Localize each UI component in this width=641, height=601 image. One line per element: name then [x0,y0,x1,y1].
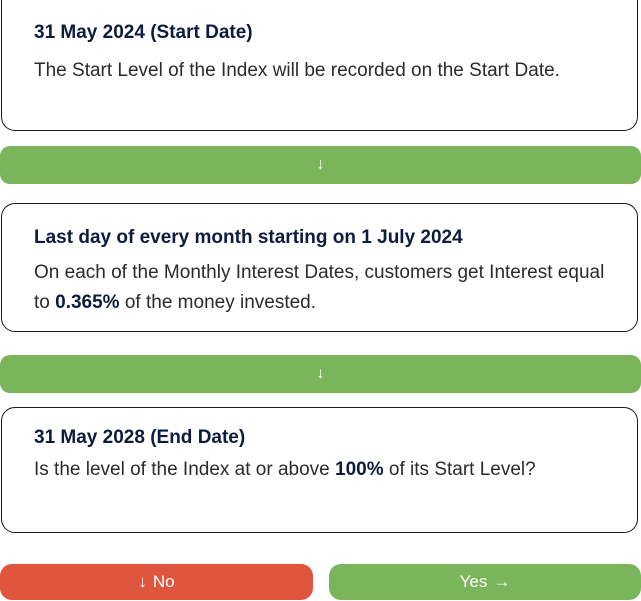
arrow-right-icon: → [493,572,511,591]
text-part: Is the level of the Index at or above [34,459,336,480]
text-part: of the money invested. [119,292,317,313]
arrow-down-icon: ↓ [316,365,325,382]
interest-rate-value: 0.365% [55,292,120,313]
outcome-yes: Yes → [329,564,641,600]
threshold-value: 100% [335,459,384,480]
step-monthly-interest-title: Last day of every month starting on 1 Ju… [34,227,463,248]
outcome-no: ↓ No [0,564,313,600]
step-start-date: 31 May 2024 (Start Date) The Start Level… [1,0,638,131]
outcome-yes-label: Yes [459,572,488,591]
step-start-date-title: 31 May 2024 (Start Date) [34,22,253,43]
step-monthly-interest-text: On each of the Monthly Interest Dates, c… [34,258,605,318]
step-end-date: 31 May 2028 (End Date) Is the level of t… [1,407,638,533]
text-part: of its Start Level? [383,459,536,480]
arrow-down-icon: ↓ [138,572,147,591]
step-end-date-text: Is the level of the Index at or above 10… [34,455,605,485]
connector-bar-1: ↓ [0,146,641,184]
step-monthly-interest: Last day of every month starting on 1 Ju… [1,203,638,332]
step-end-date-title: 31 May 2028 (End Date) [34,427,246,448]
connector-bar-2: ↓ [0,355,641,393]
arrow-down-icon: ↓ [316,156,325,173]
outcome-no-label: No [152,572,175,591]
step-start-date-text: The Start Level of the Index will be rec… [34,60,560,81]
